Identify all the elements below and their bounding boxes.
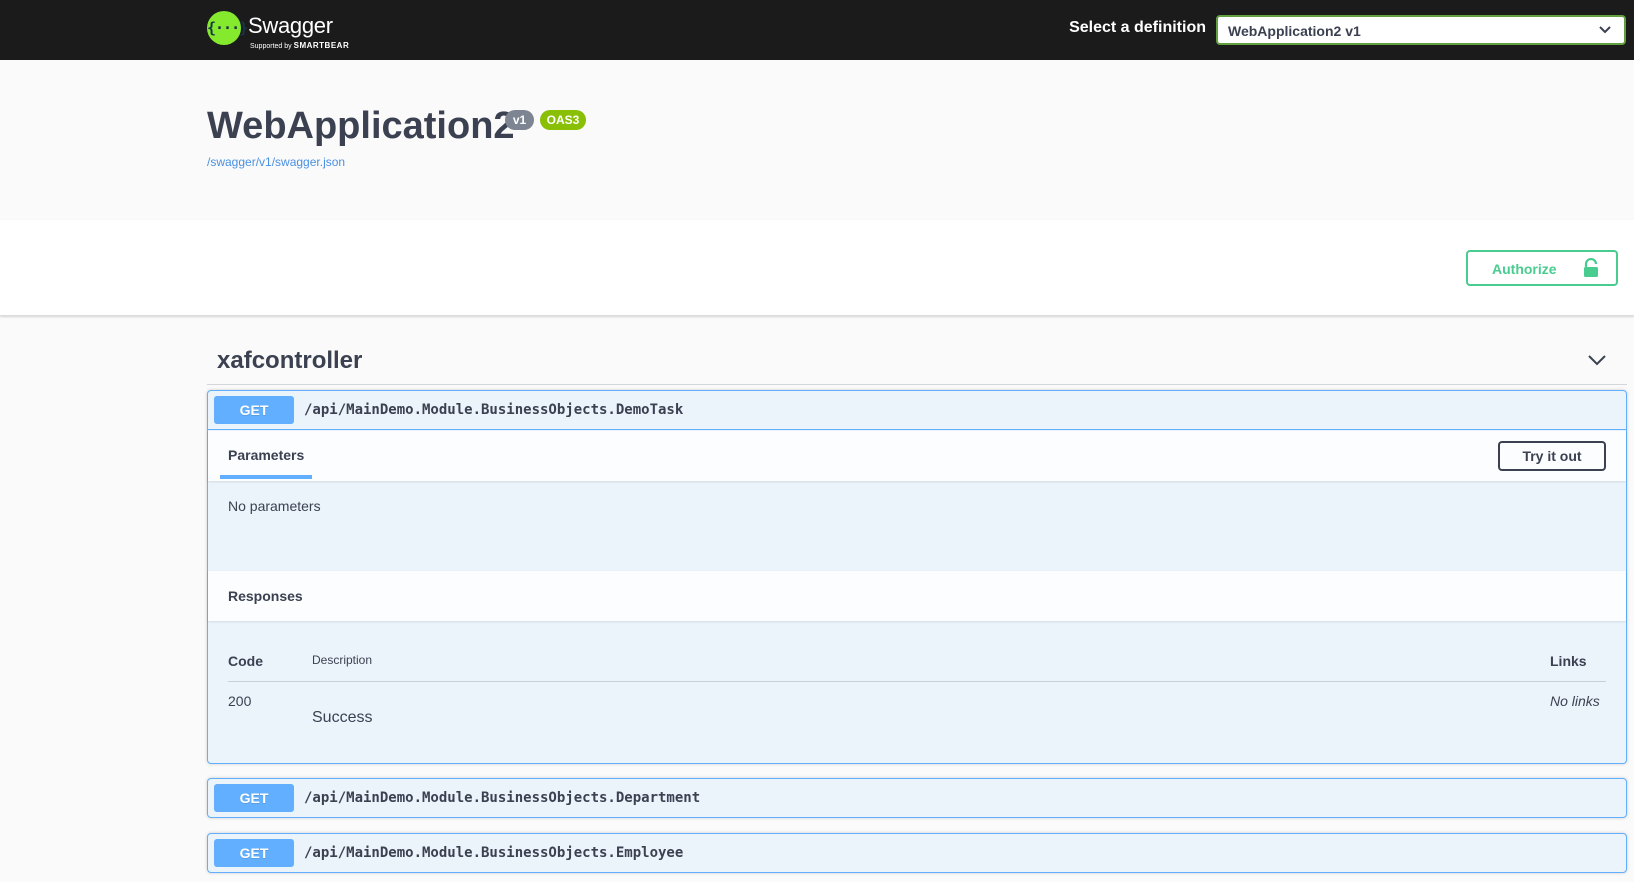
opblock-get-demotask: GET /api/MainDemo.Module.BusinessObjects… [207, 390, 1627, 764]
logo-text: Swagger [248, 13, 333, 38]
response-description: Success [312, 709, 373, 726]
swagger-logo-icon: {···} [207, 11, 248, 45]
column-header-links: Links [1550, 653, 1587, 669]
method-badge: GET [214, 396, 294, 424]
chevron-down-icon[interactable] [1587, 350, 1607, 370]
tag-name: xafcontroller [217, 347, 363, 374]
opblock-summary[interactable]: GET /api/MainDemo.Module.BusinessObjects… [208, 779, 1626, 818]
responses-title: Responses [228, 588, 303, 604]
method-badge: GET [214, 784, 294, 812]
logo-tagline: Supported by SMARTBEAR [250, 41, 349, 50]
tag-header[interactable]: xafcontroller [207, 338, 1627, 385]
operation-path: /api/MainDemo.Module.BusinessObjects.Emp… [304, 845, 684, 861]
lock-icon [1584, 258, 1598, 277]
opblock-get-department: GET /api/MainDemo.Module.BusinessObjects… [207, 778, 1627, 818]
definition-select[interactable]: WebApplication2 v1 [1216, 15, 1626, 45]
no-parameters-text: No parameters [228, 498, 321, 514]
swagger-logo[interactable]: {···} Swagger Supported by SMARTBEAR [207, 9, 352, 51]
table-divider [228, 681, 1606, 682]
column-header-description: Description [312, 653, 373, 667]
operation-path: /api/MainDemo.Module.BusinessObjects.Dep… [304, 790, 701, 806]
tab-parameters[interactable]: Parameters [228, 447, 304, 463]
try-it-out-label: Try it out [1522, 448, 1582, 464]
spec-url-link[interactable]: /swagger/v1/swagger.json [207, 155, 345, 169]
try-it-out-button[interactable]: Try it out [1498, 441, 1606, 471]
definition-label: Select a definition [1069, 19, 1206, 36]
oas-badge: OAS3 [540, 110, 586, 130]
column-header-code: Code [228, 653, 263, 669]
logo-tagline-brand: SMARTBEAR [293, 41, 350, 50]
opblock-get-employee: GET /api/MainDemo.Module.BusinessObjects… [207, 833, 1627, 873]
opblock-summary[interactable]: GET /api/MainDemo.Module.BusinessObjects… [208, 834, 1626, 873]
response-code: 200 [228, 693, 252, 709]
authorize-label: Authorize [1492, 261, 1557, 277]
opblock-summary[interactable]: GET /api/MainDemo.Module.BusinessObjects… [208, 391, 1626, 430]
responses-header: Responses [208, 571, 1626, 621]
authorize-button[interactable]: Authorize [1466, 250, 1618, 286]
operation-path: /api/MainDemo.Module.BusinessObjects.Dem… [304, 402, 684, 418]
chevron-down-icon [1599, 26, 1611, 34]
scheme-container: Authorize [0, 220, 1634, 316]
topbar: {···} Swagger Supported by SMARTBEAR Sel… [0, 0, 1634, 60]
method-badge: GET [214, 839, 294, 867]
parameters-header: Parameters Try it out [208, 431, 1626, 481]
page-title: WebApplication2 [207, 105, 515, 147]
logo-tagline-prefix: Supported by [250, 43, 292, 50]
tab-underline [220, 475, 312, 479]
version-badge: v1 [505, 110, 534, 130]
response-links: No links [1550, 693, 1600, 709]
definition-select-value: WebApplication2 v1 [1228, 23, 1361, 39]
